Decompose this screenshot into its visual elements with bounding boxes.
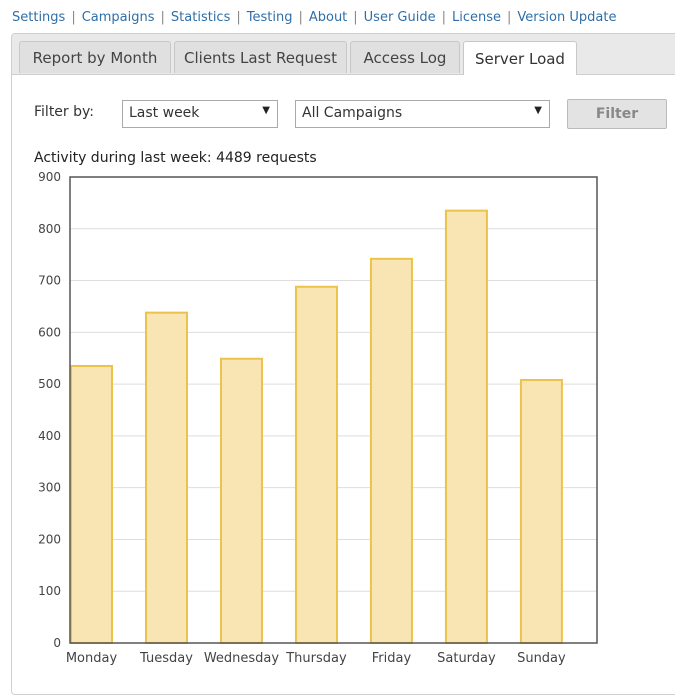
bar — [294, 285, 338, 644]
y-tick-label: 0 — [53, 636, 61, 650]
x-category-label: Tuesday — [139, 651, 193, 666]
y-tick-label: 300 — [38, 481, 61, 495]
x-category-label: Thursday — [285, 651, 347, 666]
y-tick-label: 100 — [38, 584, 61, 598]
y-tick-label: 700 — [38, 274, 61, 288]
x-category-label: Monday — [66, 651, 118, 666]
x-category-label: Saturday — [437, 651, 496, 666]
bar — [369, 257, 413, 644]
bar — [219, 357, 263, 644]
x-category-label: Wednesday — [204, 651, 280, 666]
y-tick-label: 400 — [38, 429, 61, 443]
y-tick-label: 600 — [38, 325, 61, 339]
bar — [519, 378, 563, 644]
bar — [70, 364, 113, 644]
server-load-chart: 0 100 200 300 400 500 600 700 800 900 Monday Tuesda… — [38, 170, 598, 666]
bar — [444, 209, 488, 644]
bar — [144, 311, 188, 644]
x-category-label: Friday — [372, 651, 412, 666]
y-tick-label: 200 — [38, 532, 61, 546]
y-tick-label: 900 — [38, 170, 61, 184]
y-tick-label: 500 — [38, 377, 61, 391]
y-tick-label: 800 — [38, 222, 61, 236]
x-category-label: Sunday — [517, 651, 566, 666]
